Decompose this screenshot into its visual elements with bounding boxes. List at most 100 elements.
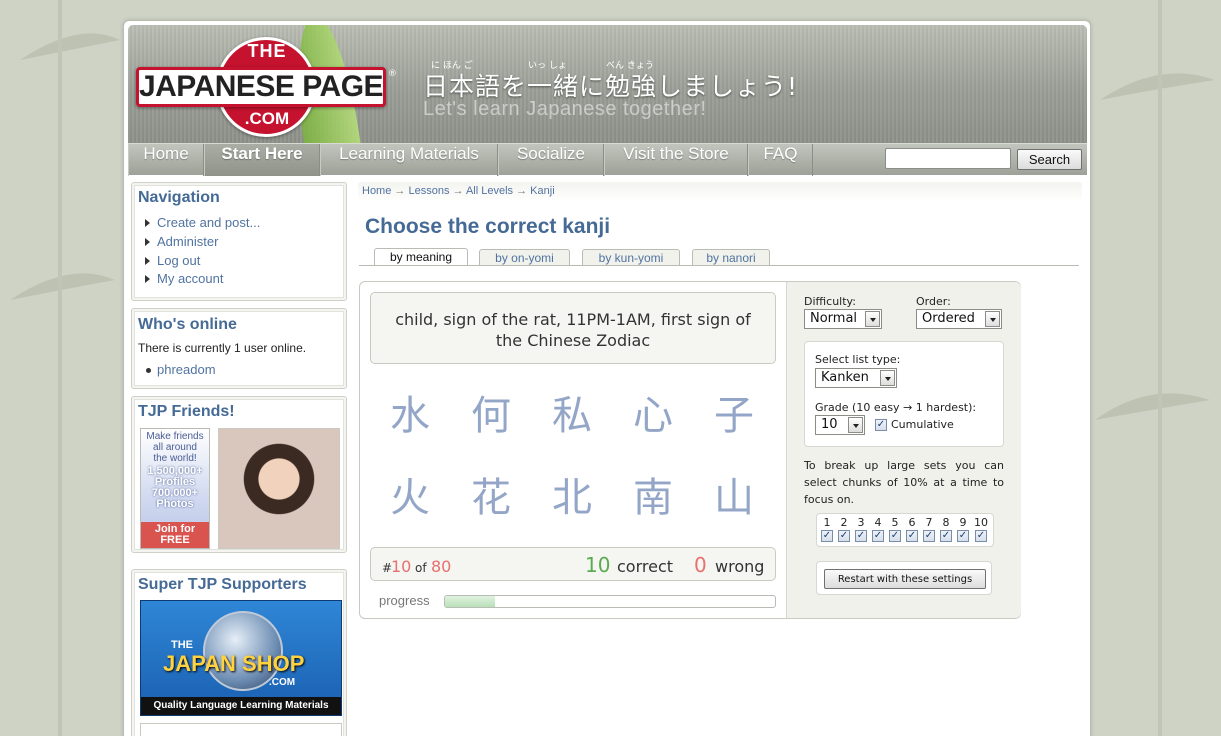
link-my-account[interactable]: My account [157, 271, 223, 286]
chunk-label: 1 [823, 516, 831, 529]
breadcrumb-separator: → [394, 185, 406, 197]
list-type-label: Select list type: [815, 353, 901, 366]
breadcrumb: Home → Lessons → All Levels → Kanji [358, 182, 1082, 202]
order-label: Order: [916, 295, 951, 308]
bullet-icon [145, 275, 150, 283]
chunk-checkbox[interactable]: ✓ [923, 530, 935, 542]
nav-learning-materials[interactable]: Learning Materials [320, 144, 498, 176]
wrong-count: 0 [694, 553, 707, 577]
chunk-checkbox[interactable]: ✓ [872, 530, 884, 542]
kanji-choice[interactable]: 子 [704, 394, 764, 438]
order-select[interactable]: Ordered [916, 309, 1002, 329]
kanji-choice[interactable]: 南 [623, 476, 683, 520]
chunk-label: 7 [925, 516, 933, 529]
online-user-link[interactable]: phreadom [157, 362, 216, 377]
chunk-label: 9 [959, 516, 967, 529]
link-create-post[interactable]: Create and post... [157, 215, 260, 230]
link-log-out[interactable]: Log out [157, 253, 200, 268]
search-input[interactable] [885, 148, 1011, 169]
progress-fill [445, 596, 495, 607]
shop-tagline: Quality Language Learning Materials [141, 697, 341, 715]
tab-by-on-yomi[interactable]: by on-yomi [479, 249, 570, 266]
friends-title: TJP Friends! [138, 403, 235, 420]
question-text: child, sign of the rat, 11PM-1AM, first … [395, 310, 751, 350]
chunk-checkbox[interactable]: ✓ [957, 530, 969, 542]
second-supporter-banner[interactable] [140, 723, 342, 736]
kanji-choice[interactable]: 北 [542, 476, 602, 520]
japan-shop-banner[interactable]: THE JAPAN SHOP .COM Quality Language Lea… [140, 600, 342, 716]
breadcrumb-home[interactable]: Home [362, 185, 391, 197]
ad-line: Photos [156, 498, 194, 510]
nav-faq[interactable]: FAQ [748, 144, 813, 176]
chunk-label: 4 [874, 516, 882, 529]
search-button[interactable]: Search [1017, 149, 1082, 170]
nav-start-here[interactable]: Start Here [204, 144, 320, 176]
chunk-checkbox[interactable]: ✓ [940, 530, 952, 542]
nav-visit-store[interactable]: Visit the Store [604, 144, 748, 176]
link-administer[interactable]: Administer [157, 234, 218, 249]
chunk-label: 8 [942, 516, 950, 529]
question-current: 10 [391, 557, 412, 576]
whos-online-title: Who's online [138, 316, 237, 333]
breadcrumb-lessons[interactable]: Lessons [408, 185, 449, 197]
breadcrumb-all-levels[interactable]: All Levels [466, 185, 513, 197]
question-panel: child, sign of the rat, 11PM-1AM, first … [370, 292, 776, 364]
page-title: Choose the correct kanji [365, 215, 611, 238]
cumulative-checkbox[interactable]: ✓ [875, 419, 887, 431]
kanji-choice[interactable]: 山 [704, 476, 764, 520]
nav-socialize[interactable]: Socialize [498, 144, 604, 176]
kanji-choice[interactable]: 花 [461, 476, 521, 520]
logo-registered: ® [388, 69, 397, 79]
tab-by-kun-yomi[interactable]: by kun-yomi [582, 249, 680, 266]
restart-button[interactable]: Restart with these settings [824, 569, 986, 589]
list-type-value: Kanken [821, 370, 869, 385]
shop-com: .COM [269, 677, 296, 688]
chevron-down-icon [985, 311, 1000, 327]
friend-photo[interactable] [218, 428, 340, 549]
chunk-label: 6 [908, 516, 916, 529]
logo-text: JAPANESE PAGE [138, 70, 384, 103]
ad-line: all around [153, 442, 197, 453]
logo-com: .COM [244, 109, 290, 128]
site-logo[interactable]: THE JAPANESE PAGE .COM ® [136, 37, 398, 137]
chunk-label: 5 [891, 516, 899, 529]
grade-select[interactable]: 10 [815, 415, 865, 435]
chunk-checkbox[interactable]: ✓ [855, 530, 867, 542]
ad-line: Make friends [146, 431, 204, 442]
difficulty-value: Normal [810, 311, 858, 326]
score-panel: # 10 of 80 10 correct 0 wrong [370, 547, 776, 581]
navigation-block: Navigation Create and post... Administer… [131, 182, 347, 301]
chunk-label: 3 [857, 516, 865, 529]
chevron-down-icon [848, 417, 863, 433]
bullet-icon [145, 238, 150, 246]
chevron-down-icon [880, 370, 895, 386]
order-value: Ordered [922, 311, 975, 326]
kanji-choice[interactable]: 何 [461, 394, 521, 438]
logo-the: THE [247, 41, 287, 61]
kanji-choice[interactable]: 私 [542, 394, 602, 438]
chunk-checkbox[interactable]: ✓ [975, 530, 987, 542]
chunk-checkbox[interactable]: ✓ [889, 530, 901, 542]
supporters-block: Super TJP Supporters THE JAPAN SHOP .COM… [131, 569, 347, 736]
tab-by-nanori[interactable]: by nanori [692, 249, 770, 266]
site-header: THE JAPANESE PAGE .COM ® に ほん ご いっ しょ べん… [128, 25, 1087, 145]
chunk-checkbox[interactable]: ✓ [838, 530, 850, 542]
kanji-choice[interactable]: 水 [380, 394, 440, 438]
kanji-choice[interactable]: 火 [380, 476, 440, 520]
shop-name: JAPAN SHOP [163, 651, 305, 676]
friends-ad[interactable]: Make friends all around the world! 1,500… [140, 428, 210, 549]
tab-underline [359, 265, 1079, 266]
chunk-checkbox[interactable]: ✓ [821, 530, 833, 542]
list-type-select[interactable]: Kanken [815, 368, 897, 388]
chunk-checkbox[interactable]: ✓ [906, 530, 918, 542]
kanji-choice[interactable]: 心 [623, 394, 683, 438]
breadcrumb-kanji[interactable]: Kanji [530, 185, 554, 197]
navigation-title: Navigation [138, 189, 220, 206]
nav-home[interactable]: Home [128, 144, 204, 176]
chunk-label: 10 [974, 516, 988, 529]
online-count-text: There is currently 1 user online. [138, 341, 307, 355]
chevron-down-icon [865, 311, 880, 327]
difficulty-select[interactable]: Normal [804, 309, 882, 329]
chunks-help-text: To break up large sets you can select ch… [804, 459, 1004, 506]
tab-by-meaning[interactable]: by meaning [374, 248, 468, 266]
